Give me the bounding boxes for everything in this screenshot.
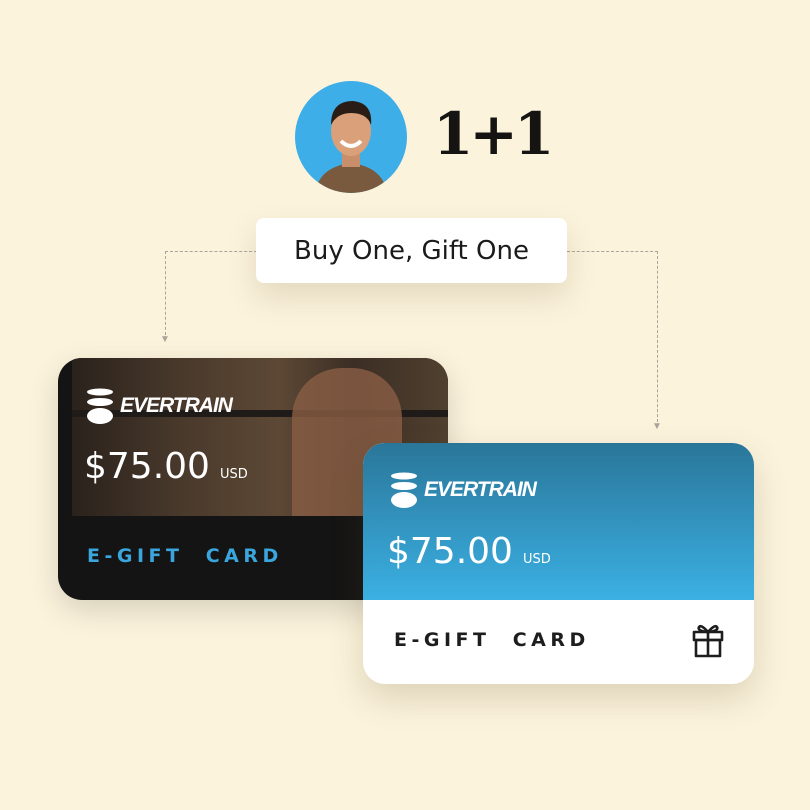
evertrain-logo: EVERTRAIN bbox=[86, 388, 233, 424]
connector-right bbox=[567, 251, 658, 427]
currency: USD bbox=[219, 467, 248, 482]
card-header: EVERTRAIN $75.00 USD bbox=[363, 443, 754, 600]
avatar bbox=[295, 81, 407, 193]
card-type-label: E-GIFT CARD bbox=[394, 629, 590, 651]
card-type-label: E-GIFT CARD bbox=[87, 545, 283, 567]
card-amount: $75.00 USD bbox=[84, 446, 248, 487]
logo-mark-icon bbox=[87, 388, 113, 424]
brand-name: EVERTRAIN bbox=[424, 478, 537, 501]
gift-icon[interactable] bbox=[691, 622, 725, 658]
amount: $75.00 bbox=[387, 531, 513, 572]
buy-one-gift-one-badge: 1+1 bbox=[433, 100, 554, 168]
currency: USD bbox=[522, 552, 551, 567]
gift-card-blue[interactable]: EVERTRAIN $75.00 USD E-GIFT CARD bbox=[363, 443, 754, 684]
arrow-down-icon: ▼ bbox=[160, 334, 170, 345]
promo-pill: Buy One, Gift One bbox=[256, 218, 567, 283]
connector-left bbox=[165, 251, 257, 340]
person-photo bbox=[315, 101, 387, 193]
logo-mark-icon bbox=[391, 472, 417, 508]
arrow-down-icon: ▼ bbox=[652, 421, 662, 432]
amount: $75.00 bbox=[84, 446, 210, 487]
brand-name: EVERTRAIN bbox=[120, 394, 233, 417]
card-amount: $75.00 USD bbox=[387, 531, 551, 572]
evertrain-logo: EVERTRAIN bbox=[390, 472, 537, 508]
